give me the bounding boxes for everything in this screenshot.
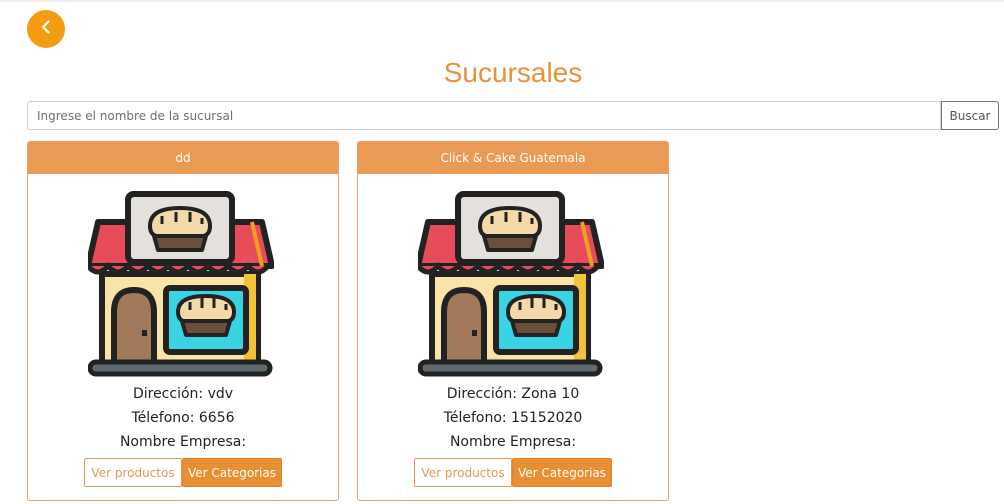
search-input[interactable] xyxy=(27,101,941,130)
view-categories-button[interactable]: Ver Categorias xyxy=(182,458,282,487)
branch-card-header: dd xyxy=(28,142,338,174)
page-title: Sucursales xyxy=(443,57,583,88)
chevron-left-icon xyxy=(38,19,54,39)
view-products-button[interactable]: Ver productos xyxy=(414,458,512,487)
branch-address: Dirección: vdv xyxy=(132,386,234,402)
view-products-button[interactable]: Ver productos xyxy=(84,458,182,487)
bakery-store-icon xyxy=(418,190,604,380)
branch-company: Nombre Empresa: xyxy=(119,434,247,450)
branch-card: Click & Cake Guatemala Dirección: Zona 1… xyxy=(357,141,669,501)
bakery-store-icon xyxy=(88,190,274,380)
top-shadow xyxy=(0,0,1004,3)
branch-address: Dirección: Zona 10 xyxy=(446,386,580,402)
branch-company: Nombre Empresa: xyxy=(449,434,577,450)
view-categories-button[interactable]: Ver Categorias xyxy=(512,458,612,487)
branch-phone: Télefono: 6656 xyxy=(131,410,235,426)
branch-phone: Télefono: 15152020 xyxy=(443,410,583,426)
back-button[interactable] xyxy=(27,10,65,48)
branch-card-header: Click & Cake Guatemala xyxy=(358,142,668,174)
search-button[interactable]: Buscar xyxy=(941,101,999,130)
branch-card: dd Dirección: vdv Télefono: 6656 Nombre … xyxy=(27,141,339,501)
